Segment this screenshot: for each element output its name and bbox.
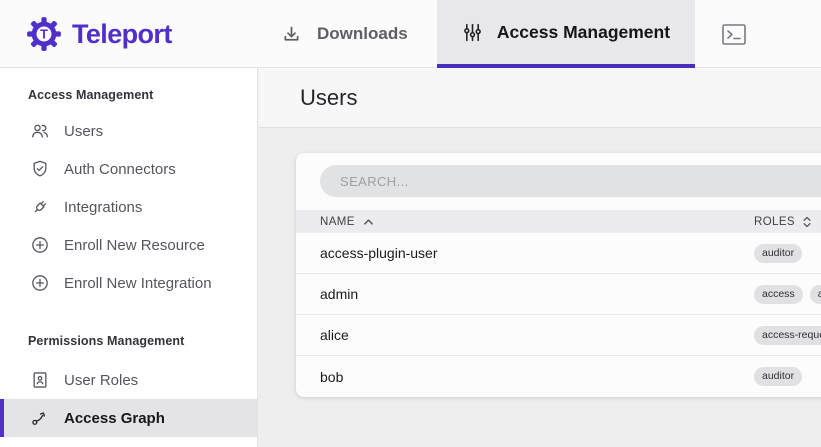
tab-access-management[interactable]: Access Management: [437, 0, 695, 68]
sidebar-item-users[interactable]: Users: [0, 112, 257, 150]
column-header-roles[interactable]: ROLES: [754, 215, 812, 229]
sidebar-item-integrations-label: Integrations: [64, 199, 142, 216]
sidebar-item-user-roles[interactable]: User Roles: [0, 361, 257, 399]
user-roles: auditor: [754, 244, 802, 263]
sort-both-icon: [802, 215, 812, 229]
circle-plus-icon: [30, 235, 50, 255]
sidebar-item-enroll-new-integration[interactable]: Enroll New Integration: [0, 264, 257, 302]
role-badge: auditor: [754, 244, 802, 263]
user-name: bob: [320, 369, 754, 385]
main-content: Users NAME ROLES: [259, 68, 821, 447]
page-title: Users: [300, 68, 821, 127]
plug-icon: [30, 197, 50, 217]
sidebar-item-access-graph-label: Access Graph: [64, 410, 165, 427]
tab-downloads[interactable]: Downloads: [281, 0, 408, 68]
sidebar-item-enroll-new-integration-label: Enroll New Integration: [64, 275, 212, 292]
sidebar-item-access-graph[interactable]: Access Graph: [0, 399, 257, 437]
topbar: T Teleport Downloads Access Management: [0, 0, 821, 68]
users-table-card: NAME ROLES acc: [296, 153, 821, 397]
user-roles: access-reque: [754, 326, 821, 345]
sidebar-item-users-label: Users: [64, 123, 103, 140]
sidebar-item-auth-connectors-label: Auth Connectors: [64, 161, 176, 178]
table-row[interactable]: admin access auditor: [296, 274, 821, 315]
sidebar-section-access-management: Access Management: [28, 85, 257, 105]
user-roles: auditor: [754, 367, 802, 386]
content-area: NAME ROLES acc: [259, 128, 821, 446]
sidebar-item-user-roles-label: User Roles: [64, 372, 138, 389]
svg-text:T: T: [40, 27, 48, 42]
table-row[interactable]: access-plugin-user auditor: [296, 233, 821, 274]
trend-arrow-icon: [30, 408, 50, 428]
user-name: admin: [320, 286, 754, 302]
sidebar-item-integrations[interactable]: Integrations: [0, 188, 257, 226]
role-badge: access: [754, 285, 803, 304]
sidebar-item-enroll-new-resource-label: Enroll New Resource: [64, 237, 205, 254]
sort-ascending-icon: [363, 218, 374, 226]
teleport-logo[interactable]: T Teleport: [26, 0, 172, 68]
user-name: access-plugin-user: [320, 245, 754, 261]
id-card-icon: [30, 370, 50, 390]
role-badge: access-reque: [754, 326, 821, 345]
sidebar-item-auth-connectors[interactable]: Auth Connectors: [0, 150, 257, 188]
table-row[interactable]: bob auditor: [296, 356, 821, 397]
circle-plus-icon: [30, 273, 50, 293]
table-row[interactable]: alice access-reque: [296, 315, 821, 356]
search-bar: [296, 153, 821, 210]
user-name: alice: [320, 327, 754, 343]
role-badge: auditor: [754, 367, 802, 386]
sidebar-section-permissions-management: Permissions Management: [28, 331, 257, 351]
sidebar-item-enroll-new-resource[interactable]: Enroll New Resource: [0, 226, 257, 264]
column-roles-label: ROLES: [754, 216, 795, 228]
table-header: NAME ROLES: [296, 210, 821, 233]
column-name-label: NAME: [320, 216, 355, 228]
column-header-name[interactable]: NAME: [320, 216, 754, 228]
tab-downloads-label: Downloads: [317, 24, 408, 44]
sidebar: Access Management Users Auth Connectors: [0, 68, 258, 447]
users-icon: [30, 121, 50, 141]
sliders-icon: [462, 22, 483, 43]
teleport-gear-icon: T: [26, 16, 62, 52]
brand-name: Teleport: [72, 19, 172, 50]
tab-access-management-label: Access Management: [497, 22, 670, 43]
shield-check-icon: [30, 159, 50, 179]
role-badge: auditor: [810, 285, 821, 304]
download-icon: [281, 24, 302, 45]
search-input[interactable]: [320, 165, 821, 197]
terminal-icon[interactable]: [722, 24, 746, 45]
page-header: Users: [259, 68, 821, 128]
user-roles: access auditor: [754, 285, 821, 304]
